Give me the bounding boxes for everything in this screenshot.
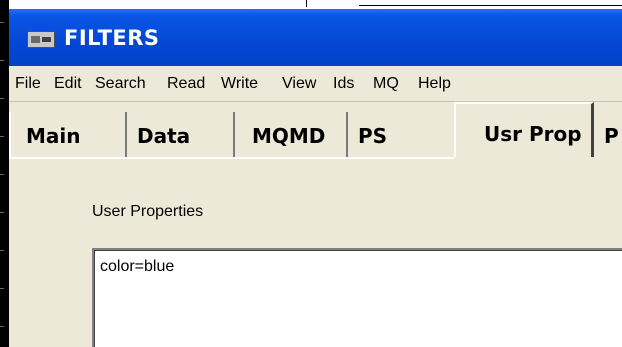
user-properties-label: User Properties bbox=[92, 203, 204, 220]
user-properties-textarea[interactable]: color=blue bbox=[92, 248, 622, 347]
tab-data[interactable]: Data bbox=[127, 112, 235, 157]
window-title: FILTERS bbox=[64, 26, 160, 50]
tab-usr-prop[interactable]: Usr Prop bbox=[454, 102, 594, 158]
app-window: FILTERS File Edit Search Read Write View… bbox=[0, 0, 622, 347]
menu-mq[interactable]: MQ bbox=[373, 75, 399, 93]
menu-file[interactable]: File bbox=[15, 75, 41, 93]
tab-main-label: Main bbox=[26, 124, 81, 148]
title-bar[interactable]: FILTERS bbox=[9, 9, 622, 66]
menu-help[interactable]: Help bbox=[418, 75, 451, 93]
menu-ids[interactable]: Ids bbox=[333, 75, 354, 93]
tab-partial[interactable]: P bbox=[594, 112, 622, 157]
menu-write[interactable]: Write bbox=[221, 75, 258, 93]
menu-edit[interactable]: Edit bbox=[54, 75, 82, 93]
menu-search[interactable]: Search bbox=[95, 75, 146, 93]
tab-mqmd[interactable]: MQMD bbox=[235, 112, 348, 157]
menu-view[interactable]: View bbox=[282, 75, 316, 93]
menu-bar: File Edit Search Read Write View Ids MQ … bbox=[9, 66, 622, 102]
tab-ps[interactable]: PS bbox=[348, 112, 454, 157]
app-window-icon[interactable] bbox=[27, 31, 55, 48]
tab-mqmd-label: MQMD bbox=[252, 124, 326, 148]
tab-usr-prop-label: Usr Prop bbox=[484, 122, 582, 146]
tab-partial-label: P bbox=[604, 124, 619, 148]
tab-ps-label: PS bbox=[358, 124, 388, 148]
top-strip bbox=[9, 0, 622, 9]
tab-strip: Main Data MQMD PS Usr Prop P bbox=[9, 102, 622, 158]
tab-main[interactable]: Main bbox=[9, 112, 127, 157]
tab-data-label: Data bbox=[137, 124, 191, 148]
window-frame-left bbox=[0, 0, 9, 347]
user-properties-value: color=blue bbox=[100, 258, 175, 275]
menu-read[interactable]: Read bbox=[167, 75, 205, 93]
user-properties-panel: User Properties color=blue bbox=[9, 157, 622, 347]
